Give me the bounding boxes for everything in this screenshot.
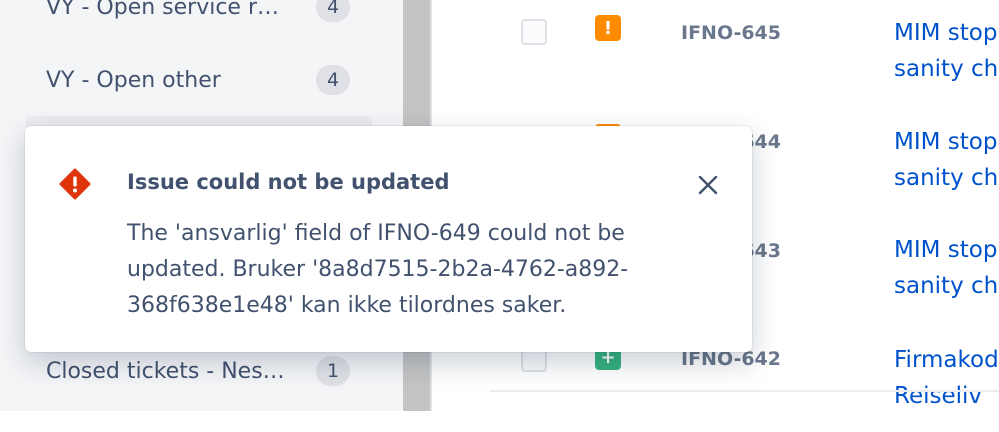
issue-summary[interactable]: MIM stop sanity che xyxy=(894,232,999,304)
sidebar-item-label: Closed tickets - Nes… xyxy=(46,358,285,384)
sidebar-item-label: VY - Open other xyxy=(46,67,221,93)
row-checkbox[interactable] xyxy=(521,19,547,45)
sidebar-item-count: 4 xyxy=(316,65,350,95)
sidebar-item-vy-open-service-requests[interactable]: VY - Open service r… 4 xyxy=(26,0,372,27)
sidebar-item-count: 1 xyxy=(316,356,350,386)
sidebar-item-label: VY - Open service r… xyxy=(46,0,280,20)
issue-summary-line: MIM stop xyxy=(894,20,998,46)
flag-title: Issue could not be updated xyxy=(127,170,450,194)
row-divider xyxy=(490,390,999,392)
error-icon xyxy=(59,168,91,200)
issue-summary-line: sanity che xyxy=(894,56,999,82)
sidebar-item-count: 4 xyxy=(316,0,350,22)
error-flag: Issue could not be updated The 'ansvarli… xyxy=(25,126,752,352)
issue-key[interactable]: IFNO-645 xyxy=(681,22,781,44)
priority-high-icon: ! xyxy=(595,15,621,41)
sidebar-item-closed-tickets[interactable]: Closed tickets - Nes… 1 xyxy=(26,351,372,391)
close-icon xyxy=(698,175,718,195)
issue-summary-line: Firmakod xyxy=(894,347,999,373)
flag-message-line: 368f638e1e48' kan ikke tilordnes saker. xyxy=(127,293,567,318)
issue-summary-line: Reiseliv xyxy=(894,383,983,409)
issue-summary-line: sanity che xyxy=(894,273,999,299)
flag-message: The 'ansvarlig' field of IFNO-649 could … xyxy=(127,216,687,324)
sidebar-item-vy-open-other[interactable]: VY - Open other 4 xyxy=(26,60,372,100)
issue-summary-line: MIM stop xyxy=(894,237,998,263)
close-button[interactable] xyxy=(693,170,723,200)
issue-summary-line: MIM stop xyxy=(894,129,998,155)
flag-message-line: updated. Bruker '8a8d7515-2b2a-4762-a892… xyxy=(127,257,629,282)
issue-summary-line: sanity che xyxy=(894,165,999,191)
issue-summary[interactable]: Firmakod Reiseliv xyxy=(894,342,999,414)
table-row[interactable]: ! IFNO-645 MIM stop sanity che xyxy=(432,0,999,108)
issue-summary[interactable]: MIM stop sanity che xyxy=(894,124,999,196)
issue-summary[interactable]: MIM stop sanity che xyxy=(894,15,999,87)
flag-message-line: The 'ansvarlig' field of IFNO-649 could … xyxy=(127,221,625,246)
